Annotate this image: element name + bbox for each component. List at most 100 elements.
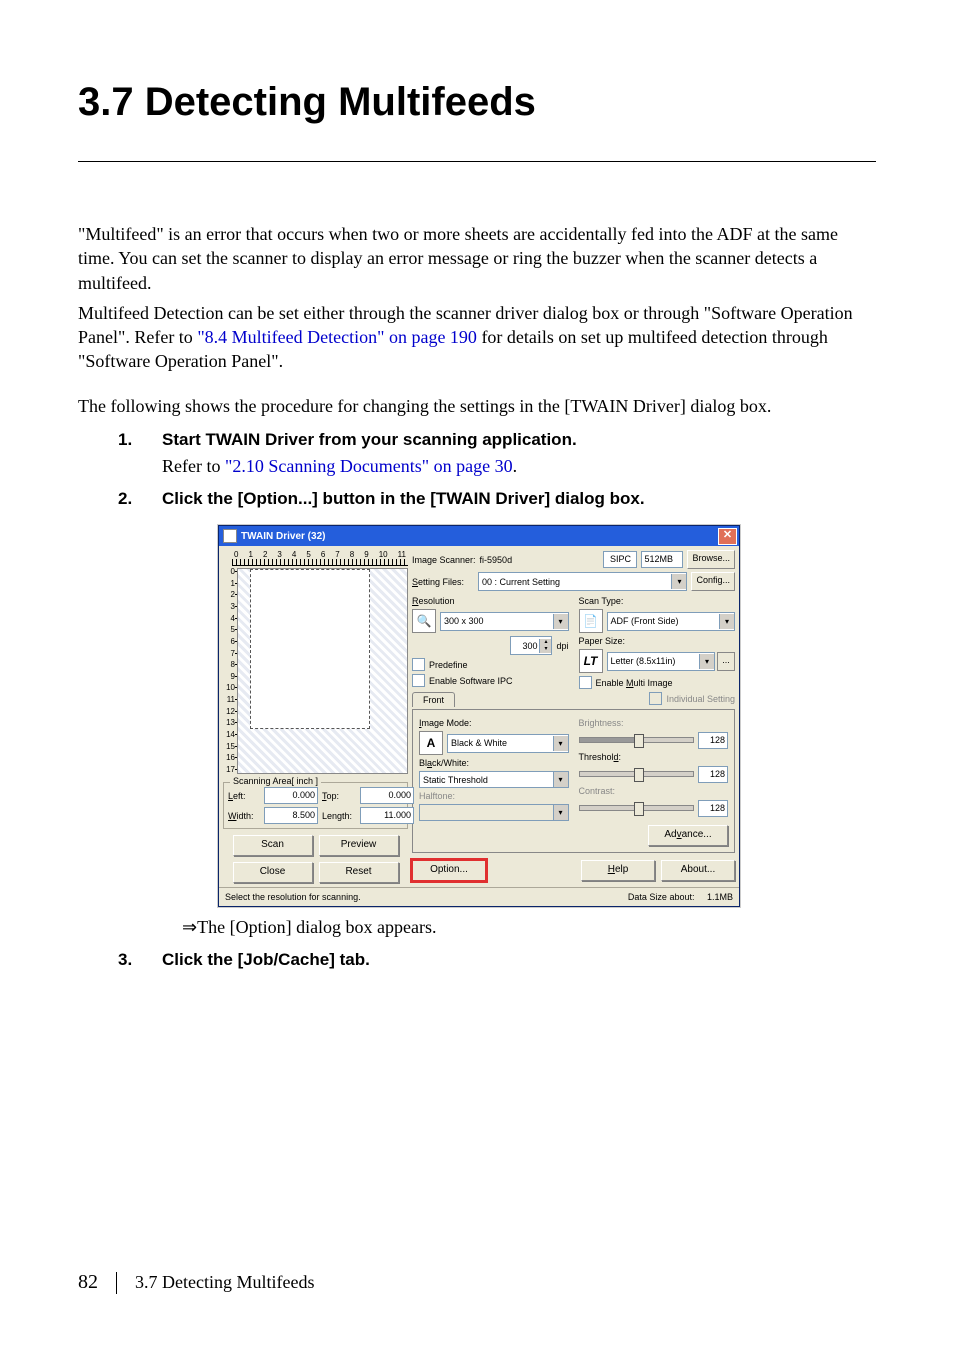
preview-area[interactable] [237,568,408,774]
data-size-label: Data Size about: [628,892,695,902]
left-input[interactable]: 0.000 [264,787,318,804]
spin-up-icon[interactable]: ▴ [539,639,551,646]
result-text: The [Option] dialog box appears. [197,917,436,937]
width-input[interactable]: 8.500 [264,807,318,824]
threshold-label: Threshold: [579,752,729,762]
intro-paragraph-3: The following shows the procedure for ch… [78,394,876,418]
spin-down-icon[interactable]: ▾ [539,646,551,653]
result-arrow-icon: ⇒ [182,917,197,937]
top-label: Top: [322,791,356,801]
contrast-value: 128 [698,800,728,817]
step-1-title: Start TWAIN Driver from your scanning ap… [162,430,876,450]
scanning-area-group: Scanning Area[ inch ] Left: 0.000 Top: 0… [223,782,408,829]
resolution-label: Resolution [412,596,569,606]
step1-ref-before: Refer to [162,456,225,476]
top-input[interactable]: 0.000 [360,787,414,804]
browse-button[interactable]: Browse... [687,550,735,569]
preview-page-outline [250,569,370,729]
close-button[interactable]: Close [233,862,313,883]
chevron-down-icon: ▾ [553,736,568,751]
step-3-number: 3. [118,950,162,976]
chevron-down-icon: ▾ [699,654,714,669]
help-button[interactable]: Help [581,860,655,881]
chevron-down-icon: ▾ [671,574,686,589]
step-1-number: 1. [118,430,162,477]
paper-size-icon: LT [579,649,603,673]
threshold-value[interactable]: 128 [698,766,728,783]
contrast-slider [579,805,695,811]
width-label: Width: [228,811,260,821]
image-mode-label: Image Mode: [419,718,569,728]
chevron-down-icon: ▾ [553,805,568,820]
scan-type-icon: 📄 [579,609,603,633]
individual-setting-checkbox: Individual Setting [649,692,735,705]
ruler-vertical: 01234567891011121314151617 [223,568,235,774]
image-scanner-label: Image Scanner: [412,555,476,565]
length-input[interactable]: 11.000 [360,807,414,824]
enable-multi-image-checkbox[interactable]: Enable Multi Image [579,676,736,689]
image-scanner-value: fi-5950d [480,555,600,565]
footer-divider [116,1272,117,1294]
scan-type-select[interactable]: ADF (Front Side) ▾ [607,612,736,631]
page-footer: 82 3.7 Detecting Multifeeds [78,1271,314,1294]
twain-driver-window: TWAIN Driver (32) ✕ 01234567891011 01234… [218,525,740,907]
enable-software-ipc-checkbox[interactable]: Enable Software IPC [412,674,569,687]
xref-multifeed-detection[interactable]: "8.4 Multifeed Detection" on page 190 [197,327,477,347]
reset-button[interactable]: Reset [319,862,399,883]
intro-paragraph-1: "Multifeed" is an error that occurs when… [78,222,876,295]
step-2-title: Click the [Option...] button in the [TWA… [162,489,876,509]
step-1-subtext: Refer to "2.10 Scanning Documents" on pa… [162,456,876,477]
image-mode-value: Black & White [451,738,507,748]
length-label: Length: [322,811,356,821]
dpi-spinner[interactable]: 300 ▴▾ [510,636,552,655]
paper-size-value: Letter (8.5x11in) [611,656,676,666]
left-label: Left: [228,791,260,801]
status-message: Select the resolution for scanning. [225,892,361,902]
step-2: 2. Click the [Option...] button in the [… [118,489,876,515]
option-button[interactable]: Option... [412,860,486,881]
brightness-value: 128 [698,732,728,749]
chevron-down-icon: ▾ [553,772,568,787]
setting-files-value: 00 : Current Setting [482,577,560,587]
step-1: 1. Start TWAIN Driver from your scanning… [118,430,876,477]
brightness-slider [579,737,695,743]
setting-files-select[interactable]: 00 : Current Setting ▾ [478,572,687,591]
dpi-unit: dpi [556,641,568,651]
contrast-label: Contrast: [579,786,729,796]
image-mode-icon: A [419,731,443,755]
black-white-select[interactable]: Static Threshold ▾ [419,771,569,788]
resolution-select[interactable]: 300 x 300 ▾ [440,612,569,631]
close-icon[interactable]: ✕ [718,528,737,545]
tab-front[interactable]: Front [412,692,455,707]
config-button[interactable]: Config... [691,572,735,591]
step-3: 3. Click the [Job/Cache] tab. [118,950,876,976]
heading-rule [78,161,876,162]
black-white-value: Static Threshold [423,775,488,785]
intro-paragraph-2: Multifeed Detection can be set either th… [78,301,876,374]
data-size-value: 1.1MB [707,892,733,902]
paper-size-select[interactable]: Letter (8.5x11in) ▾ [607,652,716,671]
image-mode-select[interactable]: Black & White ▾ [447,734,569,753]
about-button[interactable]: About... [661,860,735,881]
resolution-icon: 🔍 [412,609,436,633]
titlebar: TWAIN Driver (32) ✕ [219,526,739,546]
threshold-slider[interactable] [579,771,695,777]
scan-button[interactable]: Scan [233,835,313,856]
sipc-display: SIPC [603,551,637,568]
setting-files-label: Setting Files: [412,577,474,587]
status-bar: Select the resolution for scanning. Data… [219,887,739,906]
paper-size-label: Paper Size: [579,636,736,646]
preview-button[interactable]: Preview [319,835,399,856]
step-2-number: 2. [118,489,162,515]
chevron-down-icon: ▾ [719,614,734,629]
halftone-select: ▾ [419,804,569,821]
predefine-checkbox[interactable]: Predefine [412,658,569,671]
step-2-result: ⇒The [Option] dialog box appears. [182,917,876,938]
app-icon [223,529,237,543]
scan-type-label: Scan Type: [579,596,736,606]
brightness-label: Brightness: [579,718,729,728]
advance-button[interactable]: Advance... [648,825,728,846]
resolution-value: 300 x 300 [444,616,484,626]
paper-size-more-button[interactable]: ... [717,652,735,671]
xref-scanning-documents[interactable]: "2.10 Scanning Documents" on page 30 [225,456,513,476]
